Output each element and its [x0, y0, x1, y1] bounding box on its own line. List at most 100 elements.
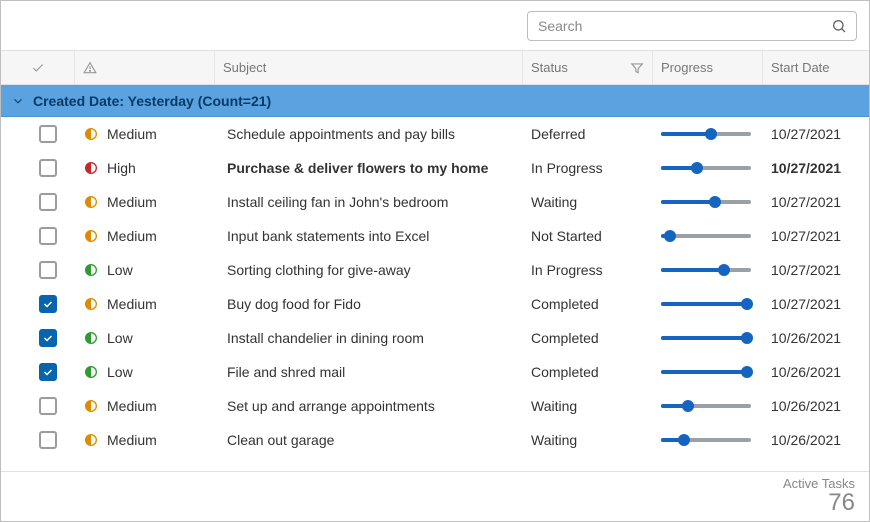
row-checkbox[interactable]	[39, 125, 57, 143]
start-date-text: 10/27/2021	[771, 194, 841, 210]
row-checkbox[interactable]	[39, 261, 57, 279]
progress-slider[interactable]	[661, 229, 751, 243]
footer: Active Tasks 76	[1, 471, 869, 521]
subject-text: Set up and arrange appointments	[227, 398, 435, 414]
status-text: Waiting	[531, 398, 577, 414]
start-date-text: 10/27/2021	[771, 262, 841, 278]
cell-status: In Progress	[523, 262, 653, 278]
cell-checkbox	[1, 261, 75, 279]
cell-subject: Purchase & deliver flowers to my home	[215, 160, 523, 176]
cell-subject: Clean out garage	[215, 432, 523, 448]
start-date-text: 10/26/2021	[771, 398, 841, 414]
cell-status: Waiting	[523, 398, 653, 414]
filter-icon[interactable]	[630, 61, 644, 75]
subject-text: File and shred mail	[227, 364, 345, 380]
chevron-down-icon	[11, 94, 25, 108]
column-header-priority[interactable]	[75, 51, 215, 84]
cell-start-date: 10/27/2021	[763, 296, 869, 312]
progress-slider[interactable]	[661, 161, 751, 175]
priority-label: Medium	[107, 228, 157, 244]
row-checkbox[interactable]	[39, 363, 57, 381]
checkmark-icon	[42, 332, 54, 344]
progress-slider[interactable]	[661, 263, 751, 277]
table-row[interactable]: MediumClean out garageWaiting10/26/2021	[1, 423, 869, 457]
status-text: Waiting	[531, 194, 577, 210]
cell-subject: Install chandelier in dining room	[215, 330, 523, 346]
status-text: Completed	[531, 296, 599, 312]
cell-progress	[653, 433, 763, 447]
column-header-subject[interactable]: Subject	[215, 51, 523, 84]
cell-subject: Set up and arrange appointments	[215, 398, 523, 414]
progress-slider[interactable]	[661, 195, 751, 209]
table-row[interactable]: MediumInput bank statements into ExcelNo…	[1, 219, 869, 253]
table-row[interactable]: Medium Set up and arrange appointments Wai…	[1, 389, 869, 423]
cell-checkbox	[1, 125, 75, 143]
priority-label: Medium	[107, 296, 157, 312]
subject-text: Sorting clothing for give-away	[227, 262, 411, 278]
cell-subject: Buy dog food for Fido	[215, 296, 523, 312]
table-row[interactable]: MediumInstall ceiling fan in John's bedr…	[1, 185, 869, 219]
cell-priority: High	[75, 160, 215, 176]
table-row[interactable]: Low Sorting clothing for give-away In Prog…	[1, 253, 869, 287]
topbar	[1, 1, 869, 51]
start-date-text: 10/27/2021	[771, 126, 841, 142]
column-header-status[interactable]: Status	[523, 51, 653, 84]
cell-start-date: 10/27/2021	[763, 228, 869, 244]
progress-slider[interactable]	[661, 127, 751, 141]
row-checkbox[interactable]	[39, 329, 57, 347]
column-header-start-date[interactable]: Start Date	[763, 51, 869, 84]
cell-progress	[653, 229, 763, 243]
cell-checkbox	[1, 295, 75, 313]
row-checkbox[interactable]	[39, 431, 57, 449]
row-checkbox[interactable]	[39, 227, 57, 245]
cell-checkbox	[1, 431, 75, 449]
row-checkbox[interactable]	[39, 397, 57, 415]
priority-icon	[83, 228, 99, 244]
cell-subject: File and shred mail	[215, 364, 523, 380]
cell-status: Waiting	[523, 194, 653, 210]
column-header-progress[interactable]: Progress	[653, 51, 763, 84]
subject-text: Purchase & deliver flowers to my home	[227, 160, 488, 176]
cell-checkbox	[1, 363, 75, 381]
progress-slider[interactable]	[661, 399, 751, 413]
table-row[interactable]: LowInstall chandelier in dining roomComp…	[1, 321, 869, 355]
cell-start-date: 10/26/2021	[763, 330, 869, 346]
cell-priority: Medium	[75, 126, 215, 142]
cell-checkbox	[1, 159, 75, 177]
table-row[interactable]: MediumSchedule appointments and pay bill…	[1, 117, 869, 151]
cell-start-date: 10/26/2021	[763, 364, 869, 380]
cell-checkbox	[1, 397, 75, 415]
status-text: Completed	[531, 364, 599, 380]
row-checkbox[interactable]	[39, 193, 57, 211]
group-header[interactable]: Created Date: Yesterday (Count=21)	[1, 85, 869, 117]
cell-priority: Low	[75, 262, 215, 278]
cell-progress	[653, 127, 763, 141]
checkmark-icon	[42, 366, 54, 378]
table-row[interactable]: High Purchase & deliver flowers to my hom…	[1, 151, 869, 185]
column-header-row: Subject Status Progress Start Date	[1, 51, 869, 85]
cell-progress	[653, 399, 763, 413]
cell-priority: Medium	[75, 296, 215, 312]
priority-label: Medium	[107, 398, 157, 414]
cell-start-date: 10/26/2021	[763, 432, 869, 448]
priority-icon	[83, 398, 99, 414]
row-checkbox[interactable]	[39, 159, 57, 177]
cell-status: In Progress	[523, 160, 653, 176]
row-checkbox[interactable]	[39, 295, 57, 313]
table-row[interactable]: Medium Buy dog food for Fido Completed 10/2…	[1, 287, 869, 321]
progress-slider[interactable]	[661, 433, 751, 447]
column-header-label: Status	[531, 60, 568, 75]
cell-subject: Sorting clothing for give-away	[215, 262, 523, 278]
status-text: Not Started	[531, 228, 602, 244]
cell-checkbox	[1, 329, 75, 347]
status-text: In Progress	[531, 160, 603, 176]
search-input[interactable]	[527, 11, 857, 41]
progress-slider[interactable]	[661, 297, 751, 311]
column-header-checked[interactable]	[1, 51, 75, 84]
progress-slider[interactable]	[661, 331, 751, 345]
table-row[interactable]: LowFile and shred mailCompleted10/26/202…	[1, 355, 869, 389]
progress-slider[interactable]	[661, 365, 751, 379]
cell-status: Deferred	[523, 126, 653, 142]
status-text: Waiting	[531, 432, 577, 448]
column-header-label: Progress	[661, 60, 713, 75]
